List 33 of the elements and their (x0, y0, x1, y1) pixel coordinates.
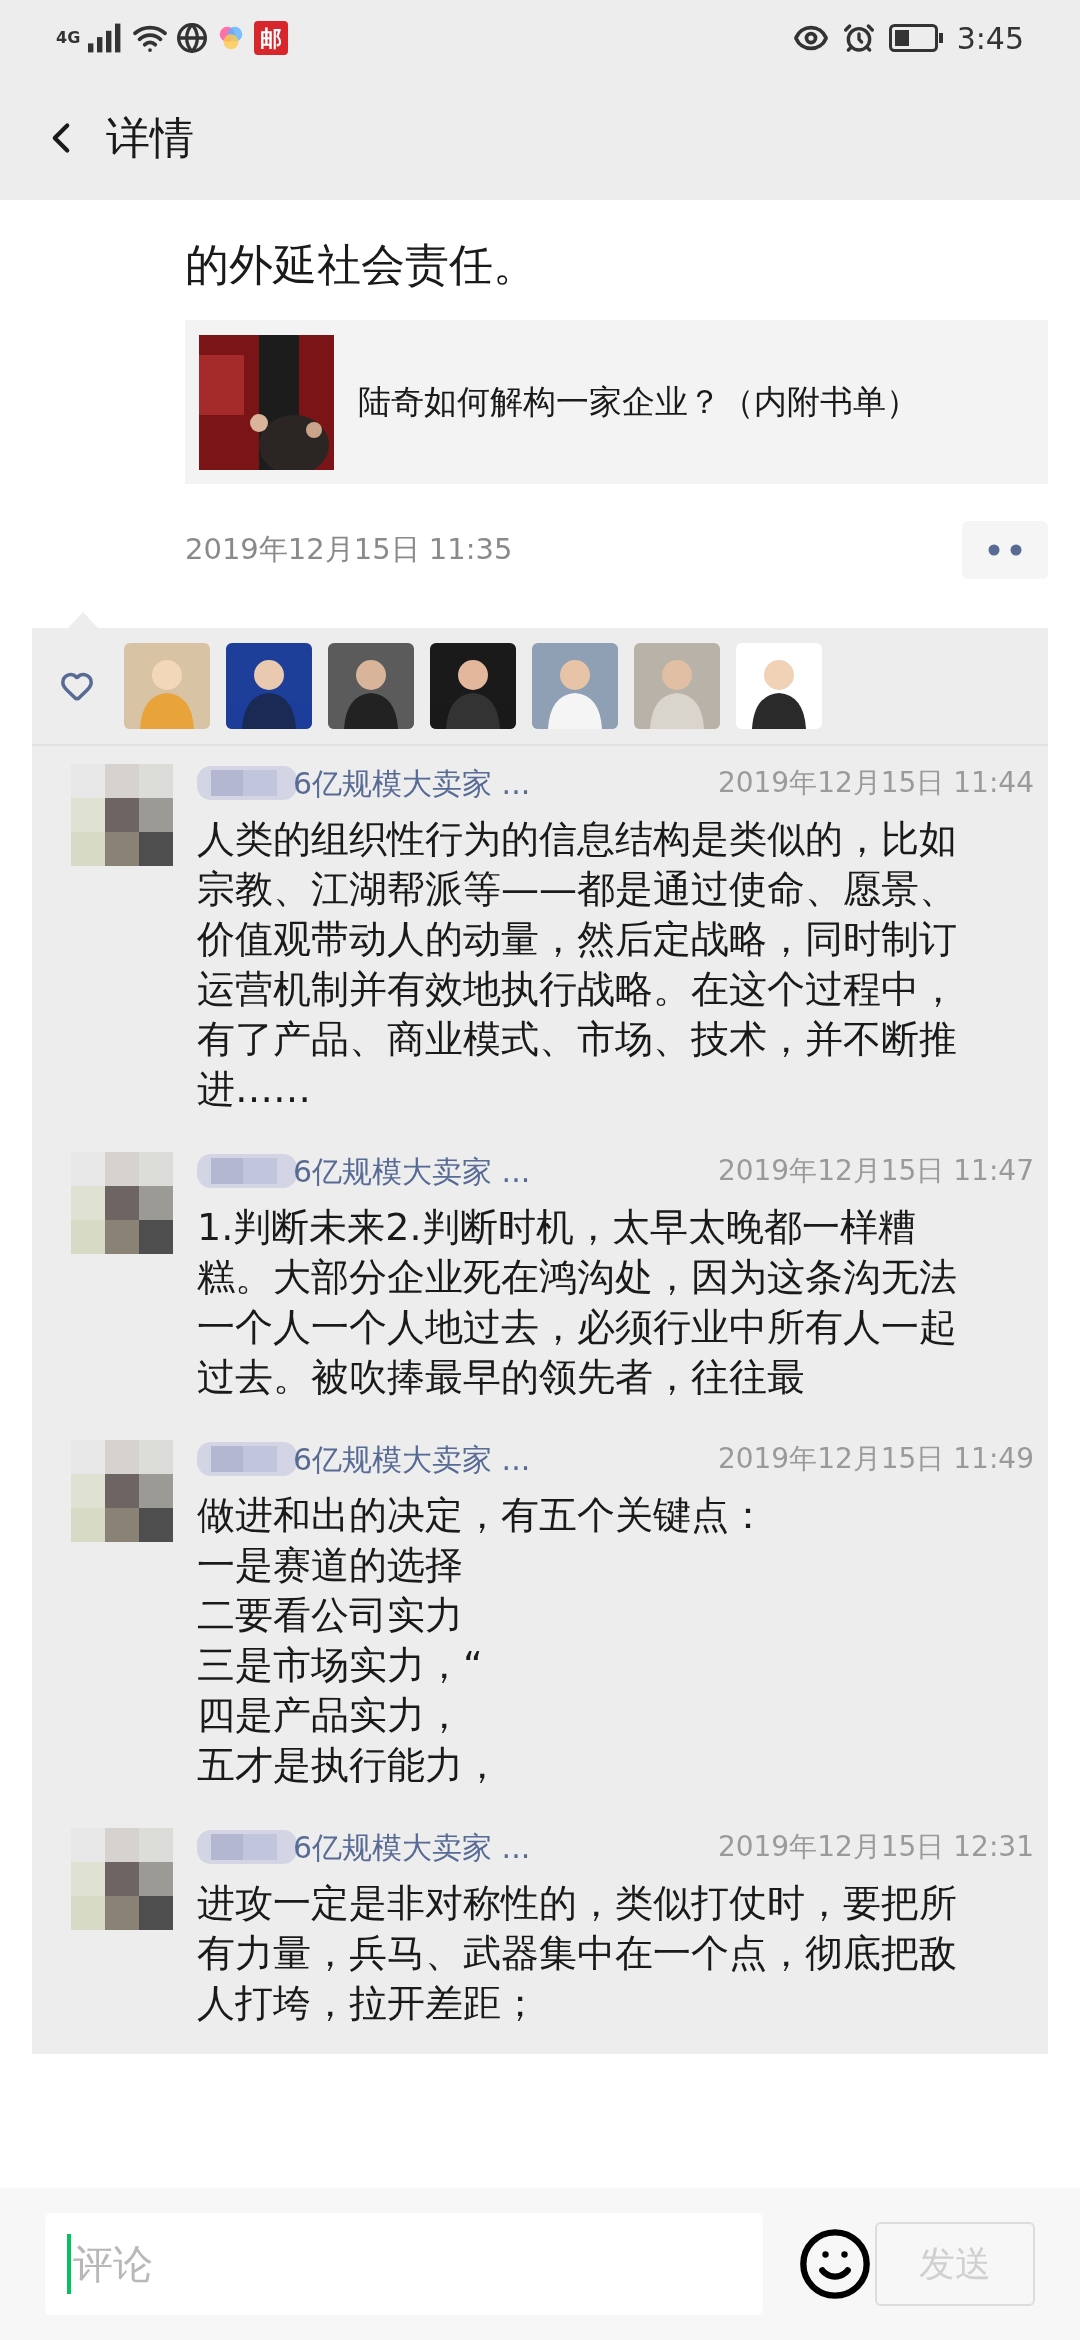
comment-text: 进攻一定是非对称性的，类似打仗时，要把所有力量，兵马、武器集中在一个点，彻底把敌人打垮，拉开差距； (197, 1880, 958, 2027)
commenter-name[interactable]: 6亿规模大卖家 ... (293, 760, 531, 806)
network-label: 4G (56, 30, 81, 46)
more-button[interactable] (962, 521, 1048, 579)
comment-field[interactable]: 评论 (45, 2213, 763, 2315)
commenter-name[interactable]: 6亿规模大卖家 ... (293, 1148, 531, 1194)
comment-text: 五才是执行能力， (197, 1742, 502, 1789)
more-icon (988, 544, 1022, 556)
comment-text: 四是产品实力， (197, 1692, 464, 1739)
comment-time: 2019年12月15日 11:49 (717, 1441, 1034, 1477)
comment-time: 2019年12月15日 11:44 (717, 765, 1034, 801)
post-time: 2019年12月15日 11:35 (185, 531, 513, 569)
comment-text: 人类的组织性行为的信息结构是类似的，比如宗教、江湖帮派等——都是通过使命、愿景、价值观带动人的动量，然后定战略，同时制订运营机制并有效地执行战略。在这个过程中，有了产品、商业模式、市场、技术，并不断推进…… (197, 816, 958, 1113)
comment-time: 2019年12月15日 12:31 (717, 1829, 1034, 1865)
page-title: 详情 (106, 111, 194, 165)
comment-text: 三是市场实力，“ (197, 1642, 484, 1689)
link-title: 陆奇如何解构一家企业？（内附书单） (358, 381, 919, 424)
globe-icon (176, 22, 209, 54)
post-text: 的外延社会责任。 (185, 238, 538, 292)
link-card[interactable]: 陆奇如何解构一家企业？（内附书单） (185, 320, 1048, 484)
emoji-icon[interactable] (797, 2226, 873, 2302)
comment-time: 2019年12月15日 11:47 (717, 1153, 1034, 1189)
clock-time: 3:45 (956, 19, 1024, 58)
battery-icon (888, 24, 943, 52)
comment-text: 二要看公司实力 (197, 1592, 464, 1639)
comment-text: 一是赛道的选择 (197, 1542, 464, 1589)
commenter-name[interactable]: 6亿规模大卖家 ... (293, 1824, 531, 1870)
text-cursor (67, 2234, 71, 2294)
app-badge: 邮 (254, 21, 289, 55)
comment-text: 1.判断未来2.判断时机，太早太晚都一样糟糕。大部分企业死在鸿沟处，因为这条沟无法一个人一个人地过去，必须行业中所有人一起过去。被吹捧最早的领先者，往往最 (197, 1204, 958, 1401)
commenter-name[interactable]: 6亿规模大卖家 ... (293, 1436, 531, 1482)
alarm-icon (842, 22, 875, 54)
comment-text: 做进和出的决定，有五个关键点： (197, 1492, 768, 1539)
